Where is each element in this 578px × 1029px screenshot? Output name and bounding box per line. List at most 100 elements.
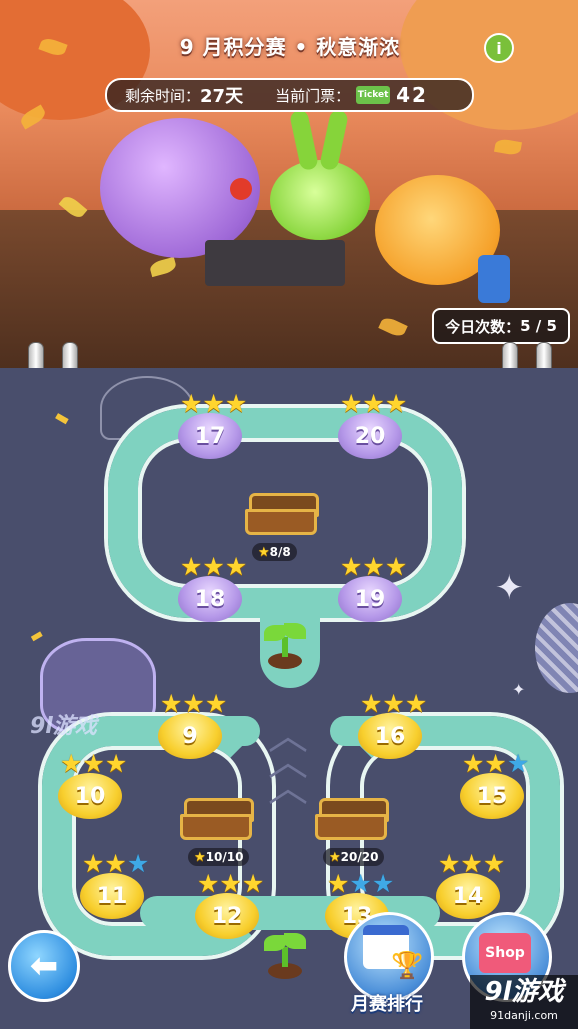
site-watermark-url: 91danji.com	[490, 1009, 558, 1022]
level-stars: ★ ★ ★	[327, 871, 394, 896]
level-stars: ★ ★ ★	[82, 851, 149, 876]
event-title-text: 9 月积分赛 • 秋意渐浓	[179, 34, 401, 59]
star-earned-icon: ★	[182, 689, 205, 718]
confetti-decoration: ▬	[26, 625, 47, 647]
today-attempts: 今日次数： 5 / 5	[432, 308, 570, 344]
level-stars: ★ ★ ★	[60, 751, 127, 776]
level-number: 18	[194, 586, 226, 612]
bunny-ear	[288, 108, 320, 172]
star-earned-icon: ★	[462, 749, 485, 778]
level-stars: ★ ★ ★	[360, 691, 427, 716]
star-empty-icon: ★	[126, 849, 150, 878]
star-earned-icon: ★	[327, 869, 350, 898]
event-title: 9 月积分赛 • 秋意渐浓	[125, 28, 455, 62]
back-button[interactable]: ⬅	[8, 930, 80, 1002]
level-node-16[interactable]: 16	[358, 713, 422, 759]
scroll-peg	[502, 342, 518, 368]
treasure-chest[interactable]	[180, 798, 254, 840]
level-stars: ★ ★ ★	[197, 871, 264, 896]
shop-label: Shop	[485, 945, 525, 961]
star-icon: ★	[194, 849, 206, 865]
star-empty-icon: ★	[506, 749, 530, 778]
chest-progress: ★ 10/10	[188, 848, 250, 866]
star-earned-icon: ★	[180, 552, 203, 581]
level-node-11[interactable]: 11	[80, 873, 144, 919]
level-node-14[interactable]: 14	[436, 873, 500, 919]
level-stars: ★ ★ ★	[462, 751, 529, 776]
star-earned-icon: ★	[438, 849, 461, 878]
sparkle-icon: ✦	[512, 680, 526, 699]
level-node-15[interactable]: 15	[460, 773, 524, 819]
star-earned-icon: ★	[484, 749, 507, 778]
shop-bag-icon: Shop	[479, 933, 531, 973]
level-number: 15	[476, 783, 508, 809]
disco-ball-decoration	[535, 603, 578, 693]
treasure-chest[interactable]	[315, 798, 389, 840]
grill-table	[205, 240, 345, 286]
site-watermark: 9l游戏 91danji.com	[470, 975, 578, 1029]
star-earned-icon: ★	[241, 869, 265, 898]
star-earned-icon: ★	[362, 389, 385, 418]
level-node-18[interactable]: 18	[178, 576, 242, 622]
scroll-peg	[62, 342, 78, 368]
level-number: 9	[182, 723, 198, 749]
level-stars: ★ ★ ★	[160, 691, 227, 716]
level-number: 11	[96, 883, 128, 909]
level-number: 14	[452, 883, 484, 909]
level-number: 12	[211, 903, 243, 929]
sprout-icon	[260, 933, 310, 983]
info-icon: i	[496, 38, 502, 58]
star-earned-icon: ★	[180, 389, 203, 418]
level-node-9[interactable]: 9	[158, 713, 222, 759]
star-empty-icon: ★	[371, 869, 395, 898]
scroll-peg	[28, 342, 44, 368]
level-node-12[interactable]: 12	[195, 893, 259, 939]
star-earned-icon: ★	[384, 552, 408, 581]
level-number: 19	[354, 586, 386, 612]
star-earned-icon: ★	[404, 689, 428, 718]
apple-icon	[230, 178, 252, 200]
chest-progress: ★ 20/20	[323, 848, 385, 866]
monthly-ranking-button[interactable]: 🏆	[344, 912, 434, 1002]
star-earned-icon: ★	[60, 749, 83, 778]
star-earned-icon: ★	[104, 749, 128, 778]
star-earned-icon: ★	[204, 689, 228, 718]
level-number: 10	[74, 783, 106, 809]
blue-bottle	[478, 255, 510, 303]
level-node-17[interactable]: 17	[178, 413, 242, 459]
chest-progress: ★ 8/8	[252, 543, 297, 561]
level-stars: ★ ★ ★	[180, 554, 247, 579]
star-earned-icon: ★	[160, 689, 183, 718]
level-stars: ★ ★ ★	[340, 391, 407, 416]
star-earned-icon: ★	[219, 869, 242, 898]
star-earned-icon: ★	[382, 689, 405, 718]
star-empty-icon: ★	[349, 869, 372, 898]
ticket-icon: Ticket	[356, 86, 391, 104]
star-earned-icon: ★	[384, 389, 408, 418]
back-arrow-icon: ⬅	[29, 946, 59, 986]
level-node-10[interactable]: 10	[58, 773, 122, 819]
site-watermark-brand: 游戏	[511, 977, 564, 1007]
today-attempts-value: 5 / 5	[520, 317, 557, 335]
level-number: 17	[194, 423, 226, 449]
level-number: 20	[354, 423, 386, 449]
treasure-chest[interactable]	[245, 493, 319, 535]
star-earned-icon: ★	[482, 849, 506, 878]
level-node-20[interactable]: 20	[338, 413, 402, 459]
info-button[interactable]: i	[484, 33, 514, 63]
star-earned-icon: ★	[202, 552, 225, 581]
remaining-time-label: 剩余时间：	[125, 86, 201, 105]
today-attempts-label: 今日次数：	[445, 317, 521, 336]
star-earned-icon: ★	[202, 389, 225, 418]
star-earned-icon: ★	[360, 689, 383, 718]
star-earned-icon: ★	[340, 552, 363, 581]
watermark-logo-num: 9l	[30, 714, 53, 739]
star-icon: ★	[258, 544, 270, 560]
level-node-19[interactable]: 19	[338, 576, 402, 622]
watermark-text: 9l游戏	[30, 708, 97, 740]
ticket-value: 42	[396, 83, 428, 107]
leaf-decoration	[493, 137, 523, 157]
star-earned-icon: ★	[82, 749, 105, 778]
remaining-time-value: 27天	[200, 86, 244, 107]
star-earned-icon: ★	[362, 552, 385, 581]
